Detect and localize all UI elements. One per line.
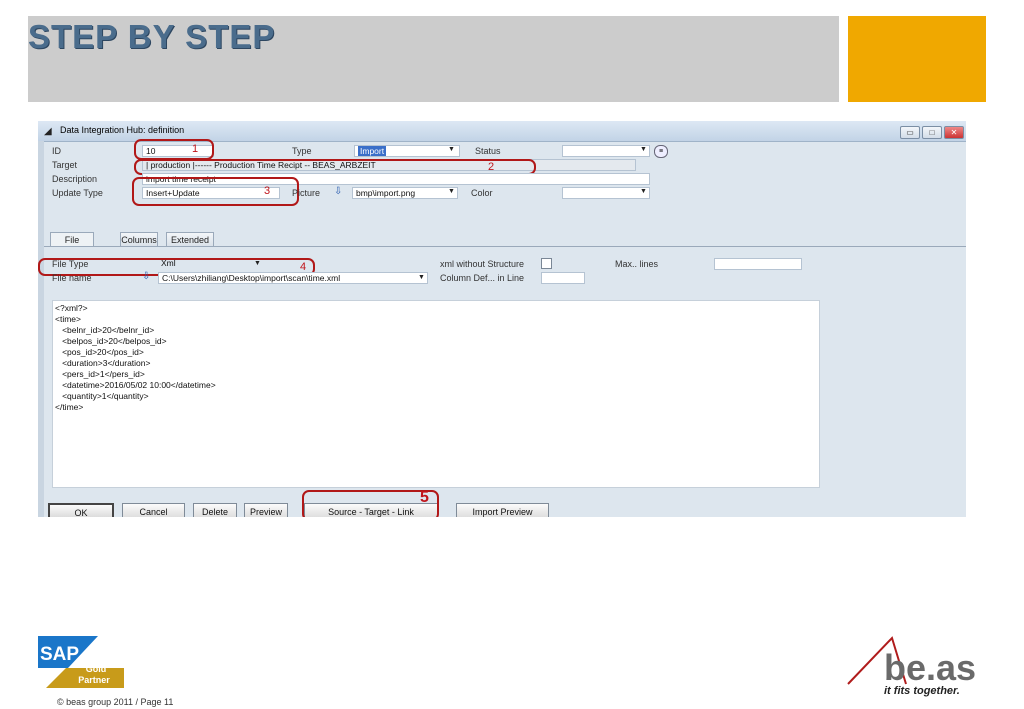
window-app-icon: ◢	[44, 126, 52, 137]
xml-line: <belnr_id>20</belnr_id>	[55, 325, 155, 335]
color-dropdown-icon[interactable]: ▼	[640, 188, 647, 195]
status-info-icon[interactable]: ≡	[654, 145, 668, 158]
column-def-field[interactable]	[541, 272, 585, 284]
status-dropdown-icon[interactable]: ▼	[640, 146, 647, 153]
preview-button[interactable]: Preview	[244, 503, 288, 517]
footer-text: © beas group 2011 / Page 11	[57, 697, 174, 707]
close-button[interactable]: ✕	[944, 126, 964, 139]
window-title: Data Integration Hub: definition	[60, 125, 185, 135]
partner-text: Partner	[78, 675, 110, 685]
max-lines-label: Max.. lines	[615, 259, 659, 269]
tab-file[interactable]: File	[50, 232, 94, 247]
cancel-button[interactable]: Cancel	[122, 503, 185, 517]
sap-gold-partner-logo: SAP Gold Partner	[38, 636, 124, 693]
max-lines-field[interactable]	[714, 258, 802, 270]
color-select[interactable]	[562, 187, 650, 199]
delete-button[interactable]: Delete	[193, 503, 237, 517]
header-accent-block	[848, 16, 986, 102]
picture-select[interactable]: bmp\import.png	[352, 187, 458, 199]
marker-1: 1	[192, 143, 199, 155]
file-name-field[interactable]: C:\Users\zhiliang\Desktop\import\scan\ti…	[158, 272, 428, 284]
tab-divider	[44, 246, 966, 247]
maximize-button[interactable]: □	[922, 126, 942, 139]
type-label: Type	[292, 146, 312, 156]
column-def-label: Column Def... in Line	[440, 273, 525, 283]
color-label: Color	[471, 188, 493, 198]
file-name-label: File name	[52, 273, 92, 283]
marker-3: 3	[264, 185, 271, 197]
status-label: Status	[475, 146, 501, 156]
update-type-label: Update Type	[52, 188, 103, 198]
tab-extended[interactable]: Extended	[166, 232, 214, 247]
file-name-dropdown-icon[interactable]: ▼	[418, 274, 425, 281]
xml-line: <quantity>1</quantity>	[55, 391, 149, 401]
xml-line: <?xml?>	[55, 303, 88, 313]
xml-without-structure-checkbox[interactable]	[541, 258, 552, 269]
xml-line: <pos_id>20</pos_id>	[55, 347, 144, 357]
status-select[interactable]	[562, 145, 650, 157]
xml-line: <duration>3</duration>	[55, 358, 151, 368]
ok-button[interactable]: OK	[48, 503, 114, 517]
marker-ring-1	[134, 139, 214, 160]
id-label: ID	[52, 146, 61, 156]
app-window: ◢ Data Integration Hub: definition ▭ □ ✕…	[38, 121, 966, 517]
picture-label: Picture	[292, 188, 321, 198]
type-select-value: Import	[358, 146, 387, 156]
left-border	[38, 141, 44, 517]
beas-tagline: it fits together.	[884, 685, 960, 697]
xml-line: <datetime>2016/05/02 10:00</datetime>	[55, 380, 216, 390]
gold-text: Gold	[86, 664, 107, 674]
type-select[interactable]: Import	[354, 145, 460, 157]
marker-ring-5	[302, 490, 439, 517]
type-dropdown-icon[interactable]: ▼	[448, 146, 455, 153]
xml-line: <time>	[55, 314, 81, 324]
xml-without-structure-label: xml without Structure	[440, 259, 525, 269]
minimize-button[interactable]: ▭	[900, 126, 920, 139]
tab-columns[interactable]: Columns	[120, 232, 158, 247]
target-label: Target	[52, 160, 78, 170]
xml-editor[interactable]: <?xml?> <time> <belnr_id>20</belnr_id> <…	[52, 300, 820, 488]
marker-5: 5	[420, 489, 429, 506]
description-label: Description	[52, 174, 98, 184]
xml-line: </time>	[55, 402, 84, 412]
slide-title: STEP BY STEP	[28, 18, 276, 55]
beas-logo: be.as it fits together.	[846, 636, 988, 703]
beas-logo-text: be.as	[884, 647, 976, 688]
sap-logo-text: SAP	[40, 644, 79, 665]
picture-dropdown-icon[interactable]: ▼	[448, 188, 455, 195]
xml-line: <pers_id>1</pers_id>	[55, 369, 145, 379]
xml-line: <belpos_id>20</belpos_id>	[55, 336, 167, 346]
file-browse-icon[interactable]: ⇩	[142, 271, 154, 283]
picture-browse-icon[interactable]: ⇩	[334, 186, 346, 198]
import-preview-button[interactable]: Import Preview	[456, 503, 549, 517]
marker-2: 2	[488, 161, 495, 173]
marker-ring-3	[132, 177, 299, 206]
